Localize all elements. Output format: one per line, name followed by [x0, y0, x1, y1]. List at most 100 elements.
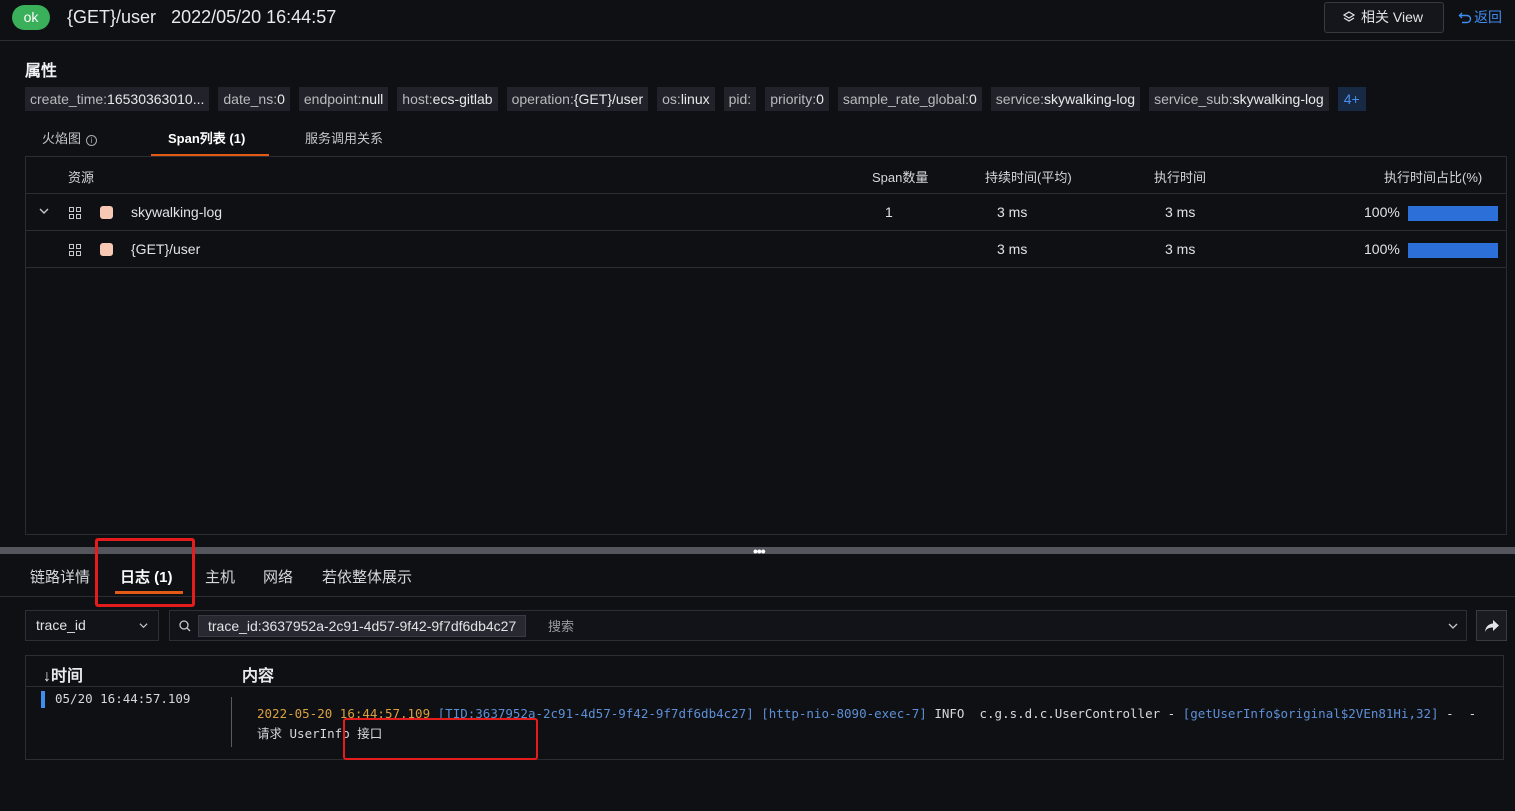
tag-value: linux — [680, 91, 710, 107]
tab-ruoyi-overview[interactable]: 若依整体展示 — [322, 566, 412, 587]
search-icon — [179, 620, 191, 632]
log-time: 05/20 16:44:57.109 — [55, 691, 191, 706]
search-filter-chip[interactable]: trace_id:3637952a-2c91-4d57-9f42-9f7df6d… — [198, 615, 527, 637]
tag-key: service_sub: — [1154, 91, 1233, 107]
tag-value: {GET}/user — [573, 91, 644, 107]
highlight-box-log-message — [343, 718, 538, 760]
log-table-header: ↓时间 内容 — [26, 656, 1503, 687]
tab-label: 火焰图 — [42, 131, 82, 146]
service-grid-icon — [69, 207, 81, 219]
more-tags-button[interactable]: 4+ — [1337, 87, 1366, 111]
exec-ratio-bar — [1408, 206, 1498, 221]
tab-span-list[interactable]: Span列表 (1) — [168, 121, 245, 157]
resource-name: {GET}/user — [131, 241, 201, 257]
log-level-marker — [41, 691, 45, 708]
exec-ratio-bar — [1408, 243, 1498, 258]
back-button[interactable]: 返回 — [1458, 7, 1502, 27]
tag-sample-rate-global[interactable]: sample_rate_global:0 — [837, 87, 982, 111]
tag-key: endpoint: — [303, 91, 362, 107]
chevron-down-icon[interactable] — [39, 206, 49, 216]
span-table: 资源 Span数量 持续时间(平均) 执行时间 执行时间占比(%) skywal… — [25, 156, 1507, 535]
col-duration-avg[interactable]: 持续时间(平均) — [985, 167, 1072, 186]
service-color-swatch — [100, 243, 113, 256]
tab-host[interactable]: 主机 — [205, 566, 235, 587]
tag-os[interactable]: os:linux — [657, 87, 715, 111]
tag-create-time[interactable]: create_time:16530363010... — [25, 87, 210, 111]
resize-splitter[interactable]: ••• — [0, 543, 1515, 559]
share-arrow-icon — [1485, 620, 1499, 632]
tag-pid[interactable]: pid: — [723, 87, 757, 111]
tag-key: create_time: — [30, 91, 108, 107]
col-time[interactable]: ↓时间 — [43, 662, 83, 686]
log-thread: [http-nio-8090-exec-7] — [761, 706, 927, 721]
log-separator — [231, 697, 232, 747]
undo-icon — [1458, 12, 1472, 24]
exec-time: 3 ms — [1165, 204, 1196, 220]
attributes-title: 属性 — [25, 63, 58, 80]
tag-host[interactable]: host:ecs-gitlab — [397, 87, 498, 111]
page-title: {GET}/user 2022/05/20 16:44:57 — [67, 7, 336, 28]
top-bar: ok {GET}/user 2022/05/20 16:44:57 相关 Vie… — [0, 0, 1515, 41]
service-color-swatch — [100, 206, 113, 219]
detail-tabs: 链路详情 日志 (1) 主机 网络 若依整体展示 — [0, 554, 1515, 597]
tag-key: pid: — [728, 91, 752, 107]
related-view-button[interactable]: 相关 View — [1324, 2, 1444, 33]
log-method: [getUserInfo$original$2VEn81Hi,32] — [1182, 706, 1439, 721]
span-view-tabs: 火焰图 i Span列表 (1) 服务调用关系 — [25, 121, 1507, 157]
tag-endpoint[interactable]: endpoint:null — [298, 87, 389, 111]
tab-service-relations[interactable]: 服务调用关系 — [305, 121, 383, 157]
info-icon: i — [86, 135, 98, 146]
chevron-down-icon — [139, 623, 148, 629]
search-bar[interactable]: trace_id:3637952a-2c91-4d57-9f42-9f7df6d… — [169, 610, 1467, 641]
tag-operation[interactable]: operation:{GET}/user — [506, 87, 649, 111]
search-input[interactable] — [548, 617, 1418, 636]
col-exec-time[interactable]: 执行时间 — [1154, 167, 1206, 186]
tag-value: 0 — [277, 91, 285, 107]
col-time-label: 时间 — [51, 668, 84, 685]
tab-flame-graph[interactable]: 火焰图 i — [42, 121, 98, 157]
tab-network[interactable]: 网络 — [263, 566, 293, 587]
tag-value: null — [361, 91, 384, 107]
col-content: 内容 — [242, 668, 275, 685]
exec-time: 3 ms — [1165, 241, 1196, 257]
tag-date-ns[interactable]: date_ns:0 — [218, 87, 290, 111]
tag-service-sub[interactable]: service_sub:skywalking-log — [1149, 87, 1329, 111]
tag-key: date_ns: — [223, 91, 278, 107]
tag-value: 0 — [816, 91, 824, 107]
tag-key: operation: — [511, 91, 574, 107]
col-resource[interactable]: 资源 — [68, 167, 94, 186]
tag-priority[interactable]: priority:0 — [765, 87, 829, 111]
tag-value: ecs-gitlab — [432, 91, 493, 107]
layers-icon — [1343, 11, 1355, 22]
table-row[interactable]: {GET}/user 3 ms 3 ms 100% — [26, 231, 1506, 268]
trace-timestamp: 2022/05/20 16:44:57 — [171, 7, 337, 27]
related-view-label: 相关 View — [1361, 9, 1423, 25]
col-exec-ratio[interactable]: 执行时间占比(%) — [1384, 167, 1482, 186]
highlight-box-logs-tab — [95, 538, 195, 607]
sort-arrow-icon[interactable]: ↓ — [43, 668, 51, 685]
back-label: 返回 — [1474, 9, 1502, 25]
log-level-class: INFO c.g.s.d.c.UserController - — [926, 706, 1183, 721]
tab-trace-detail[interactable]: 链路详情 — [30, 566, 90, 587]
tag-key: os: — [662, 91, 681, 107]
trace-endpoint: {GET}/user — [67, 7, 157, 27]
search-field-select[interactable]: trace_id — [25, 610, 159, 641]
exec-ratio: 100% — [1364, 241, 1400, 257]
tag-value: skywalking-log — [1232, 91, 1324, 107]
duration-avg: 3 ms — [997, 204, 1028, 220]
tag-key: priority: — [770, 91, 817, 107]
exec-ratio: 100% — [1364, 204, 1400, 220]
chevron-down-icon[interactable] — [1448, 621, 1458, 631]
tag-value: 0 — [968, 91, 977, 107]
tag-key: service: — [995, 91, 1045, 107]
tag-key: host: — [402, 91, 433, 107]
span-count: 1 — [885, 204, 893, 220]
tag-key: sample_rate_global: — [842, 91, 969, 107]
log-date: 2022-05-20 — [257, 706, 340, 721]
col-span-count[interactable]: Span数量 — [872, 167, 928, 186]
endpoint-grid-icon — [69, 244, 81, 256]
share-button[interactable] — [1476, 610, 1507, 641]
attribute-tags: create_time:16530363010... date_ns:0 end… — [25, 87, 1366, 111]
tag-service[interactable]: service:skywalking-log — [990, 87, 1141, 111]
table-row[interactable]: skywalking-log 1 3 ms 3 ms 100% — [26, 194, 1506, 231]
